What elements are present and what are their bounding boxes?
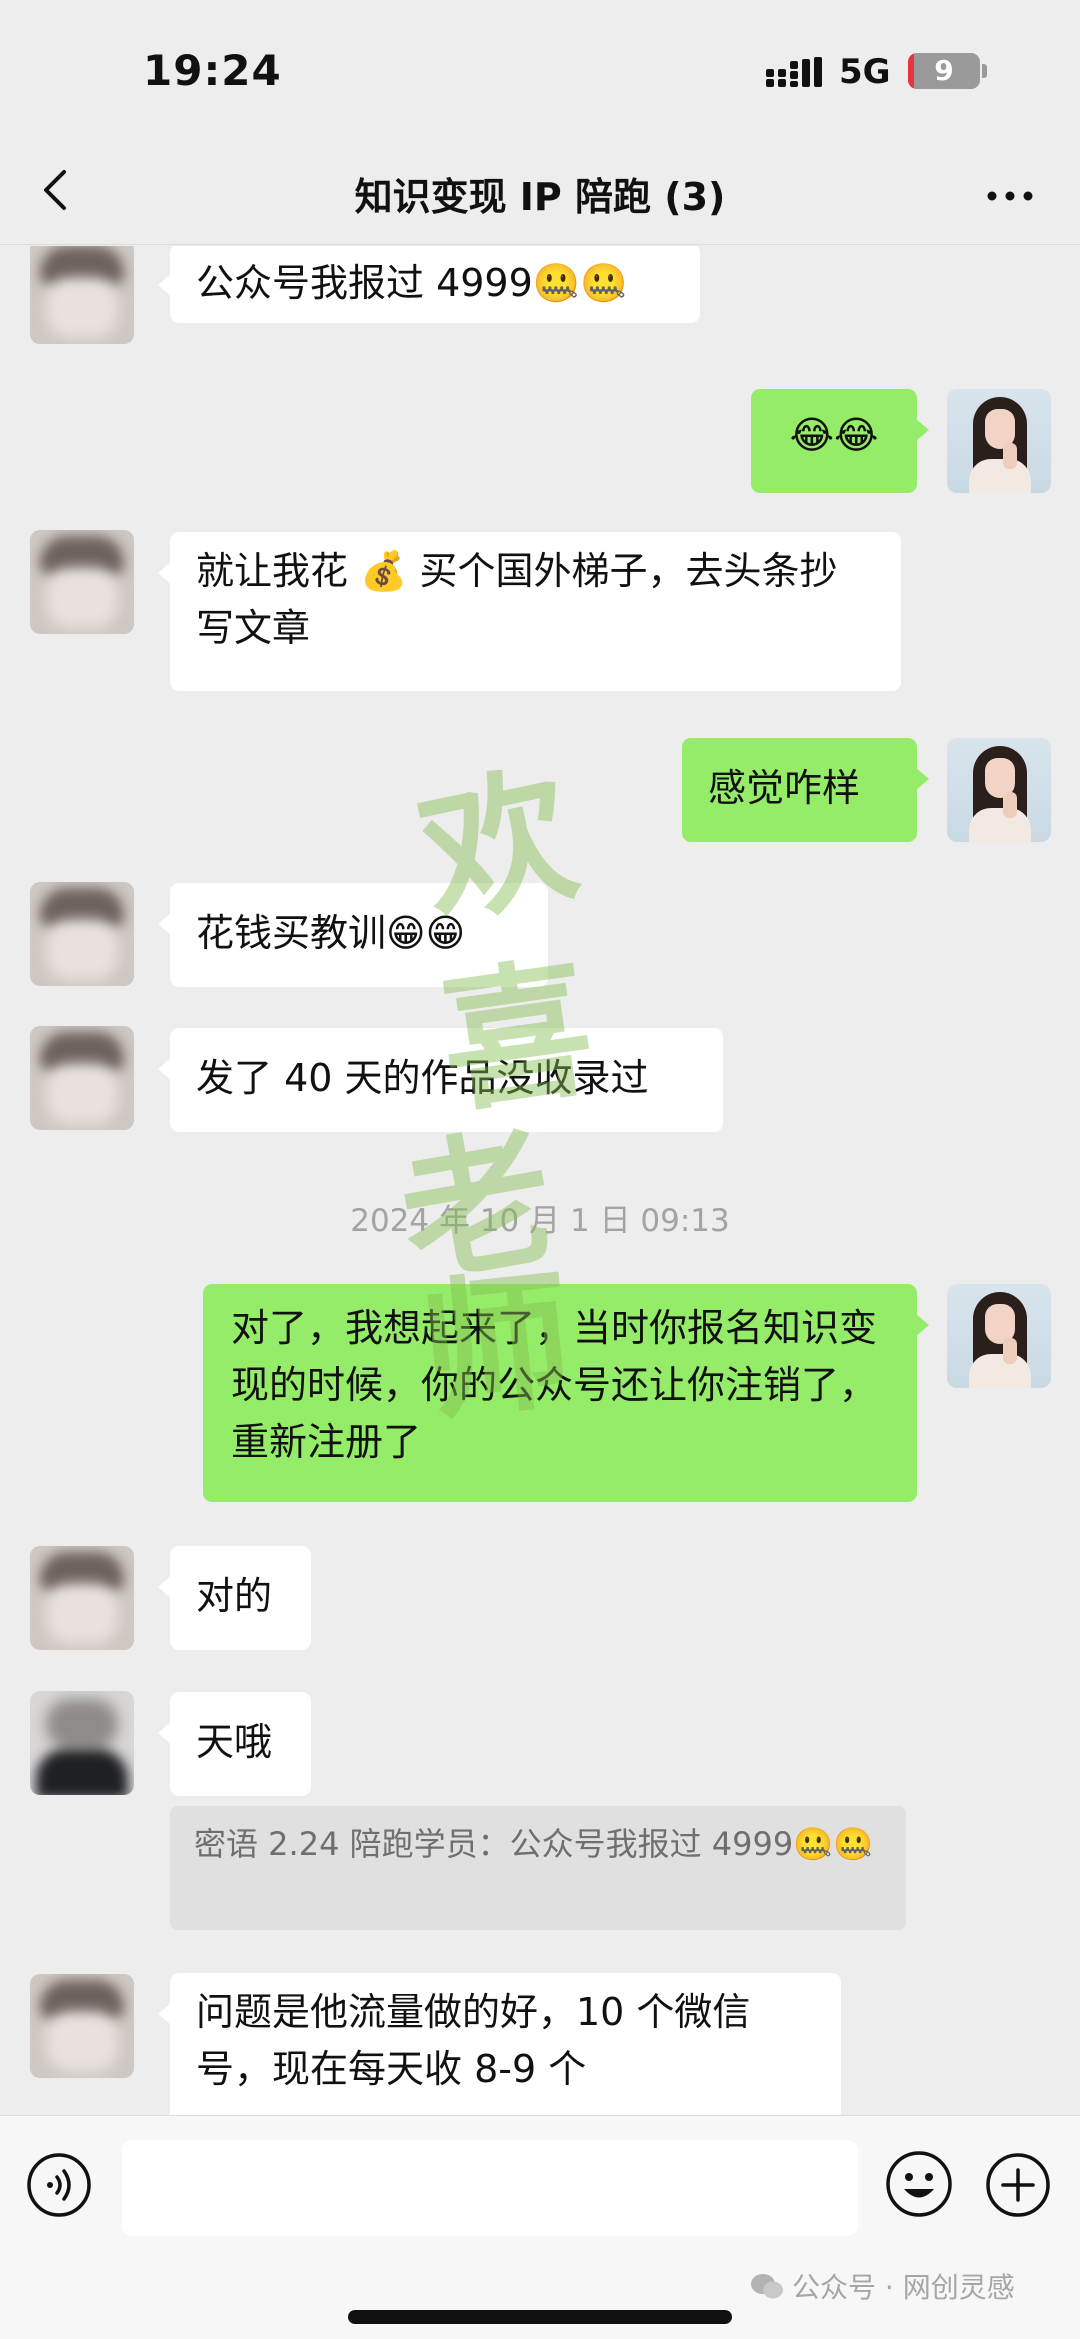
- chat-area[interactable]: 公众号我报过 4999🤐🤐 😂😂 就让我花 💰 买个国外梯子，去头条抄写文章 感…: [0, 246, 1080, 2115]
- message-bubble[interactable]: 花钱买教训😁😁: [158, 883, 548, 987]
- battery-percent: 9: [934, 54, 954, 87]
- emoji: 🤐🤐: [532, 261, 628, 305]
- battery-tip: [982, 64, 987, 78]
- message-bubble[interactable]: 公众号我报过 4999🤐🤐: [158, 246, 700, 323]
- quoted-message[interactable]: 密语 2.24 陪跑学员：公众号我报过 4999🤐🤐: [170, 1806, 906, 1930]
- avatar-self[interactable]: [947, 738, 1051, 842]
- more-icon[interactable]: [982, 168, 1038, 224]
- emoji: 😂😂: [789, 413, 879, 457]
- avatar-hand: [1003, 792, 1017, 818]
- message-text: 天哦: [196, 1720, 273, 1764]
- home-indicator: [348, 2310, 732, 2324]
- avatar[interactable]: [30, 1026, 134, 1130]
- avatar[interactable]: [30, 1974, 134, 2078]
- quote-text: 公众号我报过 4999: [509, 1825, 794, 1863]
- avatar-hand: [1003, 443, 1017, 469]
- message-text: 对了，我想起来了，当时你报名知识变现的时候，你的公众号还让你注销了，重新注册了: [231, 1306, 878, 1464]
- message-bubble[interactable]: 感觉咋样: [682, 738, 929, 842]
- timestamp: 2024 年 10 月 1 日 09:13: [350, 1203, 730, 1239]
- input-bar: 公众号 · 网创灵感: [0, 2115, 1080, 2339]
- voice-icon[interactable]: [26, 2152, 92, 2218]
- account-name: 公众号 · 网创灵感: [792, 2271, 1015, 2304]
- plus-icon[interactable]: [985, 2152, 1051, 2218]
- avatar[interactable]: [30, 1691, 134, 1795]
- network-type: 5G: [839, 52, 891, 92]
- wechat-icon: [751, 2274, 783, 2299]
- message-input[interactable]: [122, 2140, 858, 2236]
- message-text: 公众号我报过 4999: [196, 261, 533, 305]
- emoji: 😁😁: [386, 911, 466, 955]
- message-bubble[interactable]: 问题是他流量做的好，10 个微信号，现在每天收 8-9 个: [158, 1973, 841, 2115]
- signal-icon: [766, 57, 822, 87]
- message-bubble[interactable]: 就让我花 💰 买个国外梯子，去头条抄写文章: [158, 532, 901, 691]
- emoji: 🤐🤐: [793, 1825, 873, 1863]
- avatar-body: [969, 808, 1031, 842]
- battery-icon: 9: [908, 53, 980, 89]
- avatar-body: [969, 459, 1031, 493]
- message-text: 发了 40 天的作品没收录过: [196, 1056, 649, 1100]
- account-watermark: 公众号 · 网创灵感: [750, 2266, 1015, 2306]
- avatar-self[interactable]: [947, 1284, 1051, 1388]
- message-bubble[interactable]: 发了 40 天的作品没收录过: [158, 1028, 723, 1132]
- status-bar: 19:24 5G 9: [0, 0, 1080, 140]
- avatar-self[interactable]: [947, 389, 1051, 493]
- message-text: 对的: [196, 1574, 273, 1618]
- avatar-body: [969, 1354, 1031, 1388]
- message-bubble[interactable]: 天哦: [158, 1692, 311, 1796]
- quote-sender: 密语 2.24 陪跑学员：: [194, 1825, 510, 1863]
- message-text: 问题是他流量做的好，10 个微信号，现在每天收 8-9 个: [196, 1990, 751, 2091]
- message-text: 就让我花: [196, 549, 361, 593]
- message-bubble[interactable]: 对的: [158, 1546, 311, 1650]
- message-text: 感觉咋样: [708, 766, 861, 810]
- message-bubble[interactable]: 😂😂: [751, 389, 929, 493]
- avatar[interactable]: [30, 882, 134, 986]
- avatar[interactable]: [30, 530, 134, 634]
- emoji-icon[interactable]: [885, 2150, 953, 2218]
- status-time: 19:24: [143, 46, 282, 95]
- avatar[interactable]: [30, 246, 134, 344]
- money-bag-icon: 💰: [360, 549, 408, 593]
- message-text: 花钱买教训: [196, 911, 387, 955]
- message-bubble[interactable]: 对了，我想起来了，当时你报名知识变现的时候，你的公众号还让你注销了，重新注册了: [203, 1284, 929, 1502]
- avatar-hand: [1003, 1338, 1017, 1364]
- nav-bar: 知识变现 IP 陪跑 (3): [0, 140, 1080, 245]
- avatar[interactable]: [30, 1546, 134, 1650]
- chat-title: 知识变现 IP 陪跑 (3): [354, 175, 726, 219]
